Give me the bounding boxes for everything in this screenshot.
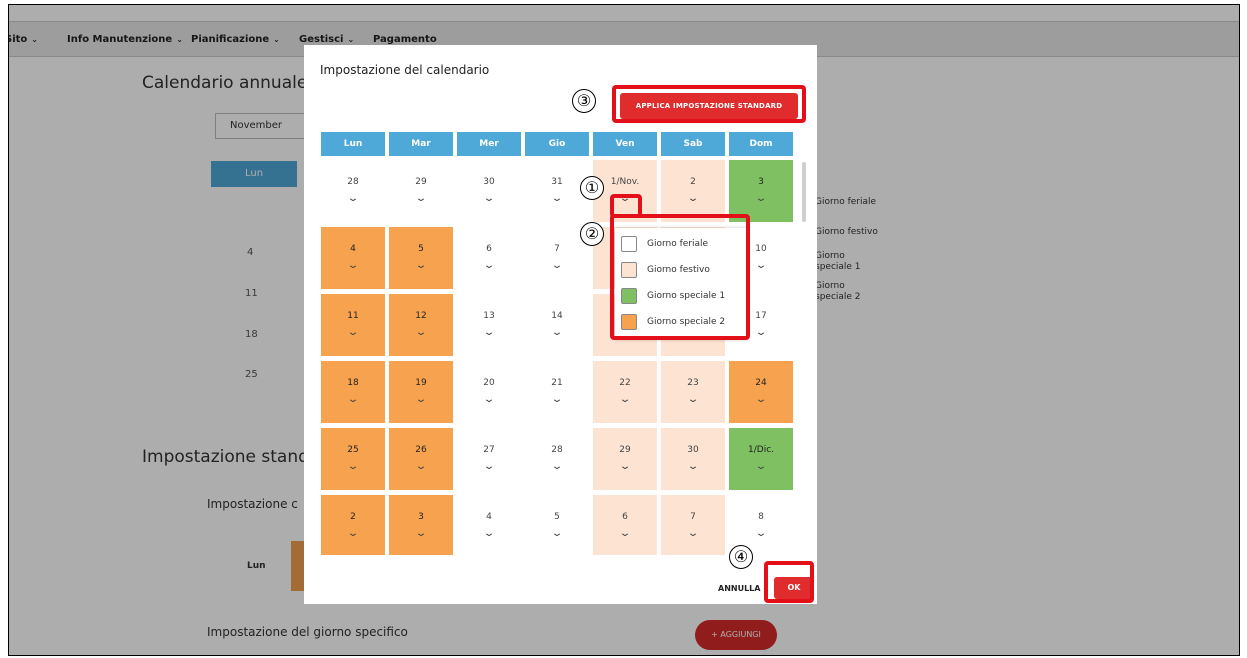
day-number: 28 — [347, 177, 359, 187]
weekday-header-mer: Mer — [457, 132, 521, 156]
annotation-marker-2: ② — [580, 222, 604, 246]
calendar-day-cell: 3 ⌄ — [389, 495, 453, 555]
day-number: 30 — [483, 177, 495, 187]
annotation-marker-3: ③ — [572, 89, 596, 113]
calendar-day-cell: 5 ⌄ — [525, 495, 589, 555]
day-number: 8 — [758, 512, 764, 522]
calendar-day-cell: 7 ⌄ — [661, 495, 725, 555]
day-number: 2 — [690, 177, 696, 187]
day-number: 5 — [418, 244, 424, 254]
calendar-day-cell: 28 ⌄ — [525, 428, 589, 490]
day-number: 7 — [690, 512, 696, 522]
day-number: 18 — [347, 378, 359, 388]
annotation-box-2 — [610, 214, 750, 340]
day-number: 30 — [687, 445, 699, 455]
day-number: 4 — [486, 512, 492, 522]
calendar-day-cell: 12 ⌄ — [389, 294, 453, 356]
day-number: 28 — [551, 445, 563, 455]
calendar-day-cell: 2 ⌄ — [321, 495, 385, 555]
day-number: 6 — [486, 244, 492, 254]
weekday-header-sab: Sab — [661, 132, 725, 156]
cancel-button[interactable]: ANNULLA — [718, 584, 760, 593]
day-number: 1/Dic. — [748, 445, 774, 455]
scrollbar[interactable] — [802, 162, 806, 222]
calendar-day-cell: 14 ⌄ — [525, 294, 589, 356]
day-number: 2 — [350, 512, 356, 522]
calendar-day-cell: 24 ⌄ — [729, 361, 793, 423]
day-number: 27 — [483, 445, 495, 455]
weekday-header-ven: Ven — [593, 132, 657, 156]
calendar-day-cell: 4 ⌄ — [457, 495, 521, 555]
day-number: 20 — [483, 378, 495, 388]
calendar-day-cell: 22 ⌄ — [593, 361, 657, 423]
day-number: 3 — [418, 512, 424, 522]
calendar-day-cell: 28 ⌄ — [321, 160, 385, 222]
day-number: 6 — [622, 512, 628, 522]
day-number: 14 — [551, 311, 563, 321]
chevron-down-icon[interactable]: ⌄ — [713, 461, 799, 472]
annotation-marker-1: ① — [580, 176, 604, 200]
modal-title: Impostazione del calendario — [320, 63, 490, 77]
calendar-day-cell: 21 ⌄ — [525, 361, 589, 423]
day-number: 5 — [554, 512, 560, 522]
calendar-day-cell: 23 ⌄ — [661, 361, 725, 423]
day-number: 4 — [350, 244, 356, 254]
calendar-day-cell: 18 ⌄ — [321, 361, 385, 423]
calendar-day-cell: 6 ⌄ — [593, 495, 657, 555]
day-number: 21 — [551, 378, 563, 388]
calendar-day-cell: 20 ⌄ — [457, 361, 521, 423]
day-number: 3 — [758, 177, 764, 187]
calendar-day-cell: 30 ⌄ — [457, 160, 521, 222]
day-number: 11 — [347, 311, 359, 321]
calendar-day-cell: 19 ⌄ — [389, 361, 453, 423]
day-number: 31 — [551, 177, 563, 187]
calendar-day-cell: 2 ⌄ — [661, 160, 725, 222]
day-number: 29 — [619, 445, 631, 455]
day-number: 29 — [415, 177, 427, 187]
day-number: 22 — [619, 378, 631, 388]
day-number: 23 — [687, 378, 699, 388]
calendar-day-cell: 30 ⌄ — [661, 428, 725, 490]
calendar-day-cell: 5 ⌄ — [389, 227, 453, 289]
calendar-day-cell: 29 ⌄ — [389, 160, 453, 222]
day-number: 25 — [347, 445, 359, 455]
calendar-day-cell: 4 ⌄ — [321, 227, 385, 289]
chevron-down-icon[interactable]: ⌄ — [713, 394, 799, 405]
chevron-down-icon[interactable]: ⌄ — [713, 528, 799, 539]
weekday-header-gio: Gio — [525, 132, 589, 156]
calendar-day-cell: 1/Dic. ⌄ — [729, 428, 793, 490]
calendar-day-cell: 27 ⌄ — [457, 428, 521, 490]
day-number: 19 — [415, 378, 427, 388]
calendar-day-cell: 6 ⌄ — [457, 227, 521, 289]
calendar-day-cell: 3 ⌄ — [729, 160, 793, 222]
calendar-day-cell: 26 ⌄ — [389, 428, 453, 490]
calendar-day-cell: 13 ⌄ — [457, 294, 521, 356]
weekday-header-dom: Dom — [729, 132, 793, 156]
chevron-down-icon[interactable]: ⌄ — [713, 193, 799, 204]
annotation-box-3 — [612, 85, 806, 123]
day-number: 26 — [415, 445, 427, 455]
screenshot-frame: Sito⌄ Info Manutenzione⌄ Pianificazione⌄… — [8, 4, 1240, 656]
annotation-box-4 — [764, 561, 814, 603]
day-number: 24 — [755, 378, 767, 388]
day-number: 12 — [415, 311, 427, 321]
weekday-header-lun: Lun — [321, 132, 385, 156]
calendar-day-cell: 29 ⌄ — [593, 428, 657, 490]
calendar-day-cell: 11 ⌄ — [321, 294, 385, 356]
calendar-day-cell: 25 ⌄ — [321, 428, 385, 490]
annotation-marker-4: ④ — [729, 545, 753, 569]
day-number: 13 — [483, 311, 495, 321]
weekday-header-mar: Mar — [389, 132, 453, 156]
